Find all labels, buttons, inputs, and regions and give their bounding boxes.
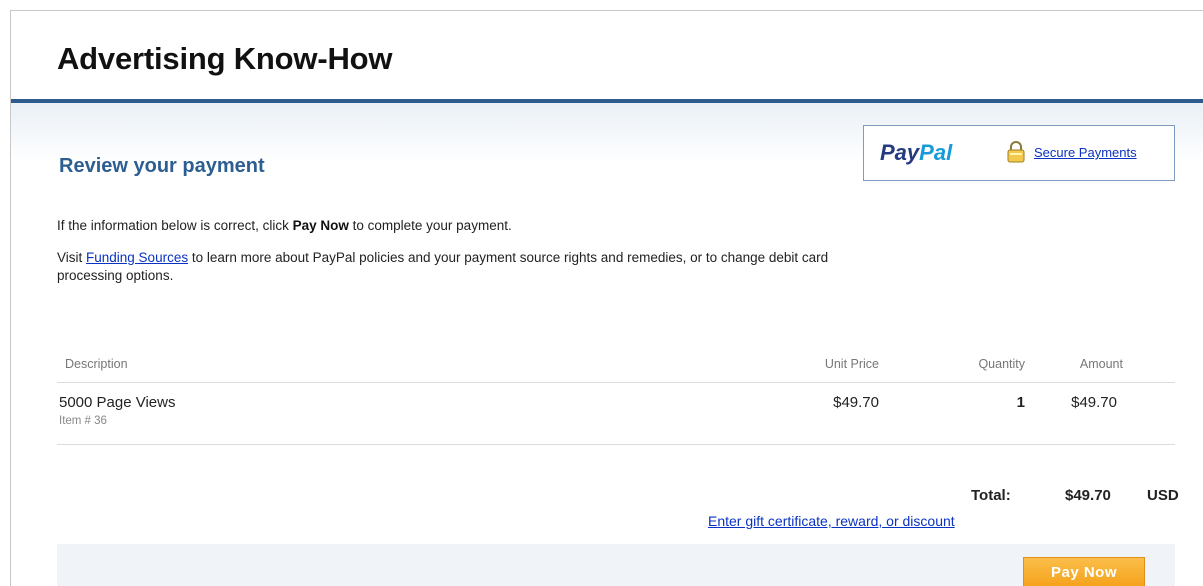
column-header-quantity: Quantity [978, 357, 1025, 371]
paypal-badge: PayPal Secure Payments [863, 125, 1175, 181]
lock-icon [1007, 141, 1025, 163]
payment-review-panel: Review your payment PayPal Secure Paymen… [11, 103, 1203, 586]
instruction-text-emphasis: Pay Now [292, 218, 349, 233]
funding-info-text: Visit Funding Sources to learn more abou… [57, 249, 837, 285]
table-header: Description Unit Price Quantity Amount [57, 355, 1175, 383]
column-header-amount: Amount [1079, 357, 1123, 371]
item-name: 5000 Page Views [59, 394, 176, 411]
instruction-text-start: If the information below is correct, cli… [57, 218, 293, 233]
page-frame: Advertising Know-How Review your payment… [10, 10, 1203, 586]
item-number: Item # 36 [59, 415, 107, 427]
store-title: Advertising Know-How [57, 41, 393, 76]
table-row: 5000 Page Views Item # 36 $49.70 1 $49.7… [57, 383, 1175, 445]
total-currency: USD [1147, 487, 1179, 504]
item-unit-price: $49.70 [833, 394, 879, 411]
instruction-text: If the information below is correct, cli… [57, 218, 512, 233]
total-value: $49.70 [1065, 487, 1111, 504]
pay-now-button[interactable]: Pay Now [1023, 557, 1145, 586]
paypal-logo: PayPal [880, 140, 952, 166]
column-header-unit-price: Unit Price [824, 357, 879, 371]
page-title: Review your payment [59, 155, 265, 177]
funding-text-start: Visit [57, 250, 87, 265]
paypal-logo-pay: Pay [880, 140, 920, 165]
paypal-logo-pal: Pal [919, 140, 953, 165]
item-amount: $49.70 [1071, 394, 1117, 411]
store-header: Advertising Know-How [11, 11, 1203, 103]
column-header-description: Description [65, 357, 128, 371]
item-quantity: 1 [1016, 394, 1025, 411]
funding-sources-link[interactable]: Funding Sources [86, 250, 188, 265]
secure-payments-link[interactable]: Secure Payments [1034, 145, 1137, 160]
gift-certificate-link[interactable]: Enter gift certificate, reward, or disco… [708, 513, 955, 529]
total-label: Total: [971, 487, 1011, 504]
action-bar: Pay Now [57, 544, 1175, 586]
instruction-text-end: to complete your payment. [348, 218, 512, 233]
